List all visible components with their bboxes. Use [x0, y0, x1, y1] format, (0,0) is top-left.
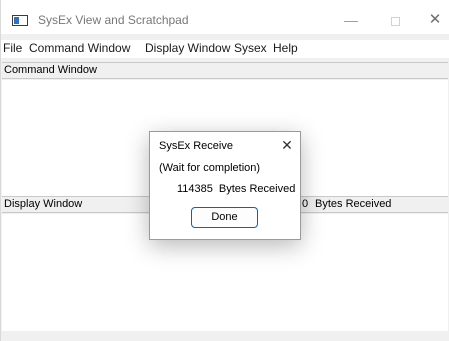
menu-file[interactable]: File: [3, 41, 22, 55]
display-bytes-count: 0: [302, 198, 309, 210]
display-window-label: Display Window: [4, 198, 83, 210]
dialog-bytes-label: Bytes Received: [218, 183, 296, 195]
sysex-receive-dialog: SysEx Receive ✕ (Wait for completion) 11…: [149, 131, 301, 240]
command-window-header: Command Window: [2, 62, 448, 79]
maximize-icon: [390, 16, 400, 26]
window-title: SysEx View and Scratchpad: [38, 13, 189, 27]
display-bytes-label: Bytes Received: [315, 198, 392, 210]
maximize-button[interactable]: [383, 8, 407, 32]
dialog-close-button[interactable]: ✕: [278, 136, 296, 154]
menu-display-window[interactable]: Display Window: [145, 41, 230, 55]
menu-sysex[interactable]: Sysex: [234, 41, 267, 55]
app-window-icon: [12, 15, 28, 26]
done-button[interactable]: Done: [191, 207, 258, 228]
dialog-title: SysEx Receive: [159, 140, 233, 152]
menu-bar: File Command Window Display Window Sysex…: [1, 40, 449, 58]
command-window-label: Command Window: [4, 64, 97, 76]
dialog-message: (Wait for completion): [159, 162, 261, 174]
menu-command-window[interactable]: Command Window: [29, 41, 130, 55]
title-bar[interactable]: SysEx View and Scratchpad — ✕: [1, 0, 449, 34]
dialog-bytes-count: 114385: [177, 183, 213, 195]
menu-help[interactable]: Help: [273, 41, 298, 55]
dialog-bytes-received: 114385 Bytes Received: [177, 183, 295, 195]
close-button[interactable]: ✕: [423, 8, 447, 32]
minimize-button[interactable]: —: [339, 8, 363, 32]
